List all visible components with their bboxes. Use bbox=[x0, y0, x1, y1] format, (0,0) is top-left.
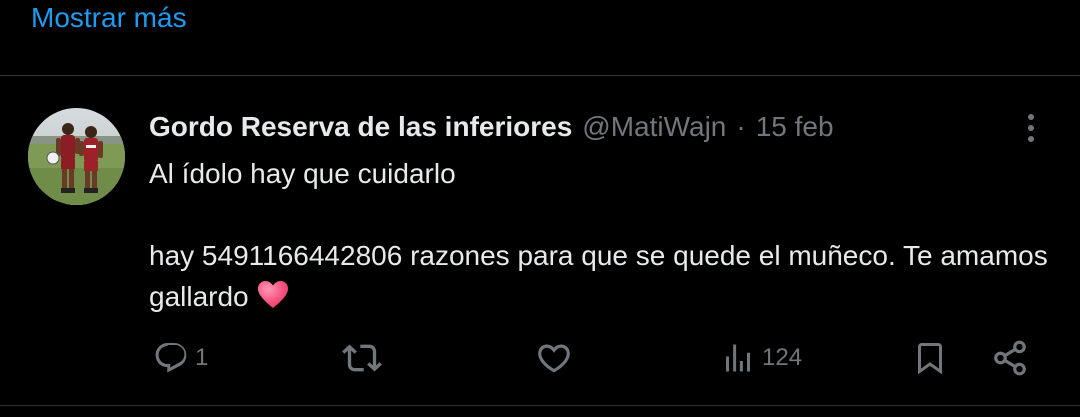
separator-dot: · bbox=[736, 111, 746, 142]
views-count: 124 bbox=[762, 344, 803, 371]
repost-button[interactable] bbox=[342, 336, 388, 380]
avatar-photo bbox=[28, 108, 125, 205]
share-icon bbox=[994, 340, 1026, 376]
divider bbox=[0, 75, 1080, 76]
tweet-text-line: Al ídolo hay que cuidarlo bbox=[149, 158, 456, 189]
tweet-actions: 1 124 bbox=[0, 336, 1080, 380]
reply-button[interactable]: 1 bbox=[153, 336, 208, 380]
views-button[interactable]: 124 bbox=[720, 336, 802, 380]
like-button[interactable] bbox=[535, 336, 579, 380]
user-handle[interactable]: @MatiWajn bbox=[582, 111, 726, 143]
like-icon bbox=[538, 344, 570, 373]
show-more-link[interactable]: Mostrar más bbox=[31, 0, 187, 36]
reply-count: 1 bbox=[195, 344, 209, 371]
more-vertical-icon bbox=[1028, 114, 1034, 142]
display-name[interactable]: Gordo Reserva de las inferiores bbox=[149, 111, 572, 143]
avatar[interactable] bbox=[28, 108, 125, 205]
repost-icon bbox=[342, 344, 382, 372]
tweet-header: Gordo Reserva de las inferiores @MatiWaj… bbox=[149, 108, 834, 146]
reply-icon bbox=[155, 343, 187, 373]
pink-heart-emoji-icon bbox=[257, 280, 289, 321]
bookmark-button[interactable] bbox=[912, 336, 948, 380]
share-button[interactable] bbox=[991, 336, 1029, 380]
tweet-date[interactable]: 15 feb bbox=[756, 111, 834, 143]
tweet-text: Al ídolo hay que cuidarlo hay 5491166442… bbox=[149, 153, 1049, 321]
views-icon bbox=[726, 344, 750, 372]
more-options-button[interactable] bbox=[1016, 110, 1046, 146]
tweet-text-paragraph: hay 5491166442806 razones para que se qu… bbox=[149, 235, 1049, 321]
divider bbox=[0, 405, 1080, 406]
bookmark-icon bbox=[918, 343, 942, 375]
